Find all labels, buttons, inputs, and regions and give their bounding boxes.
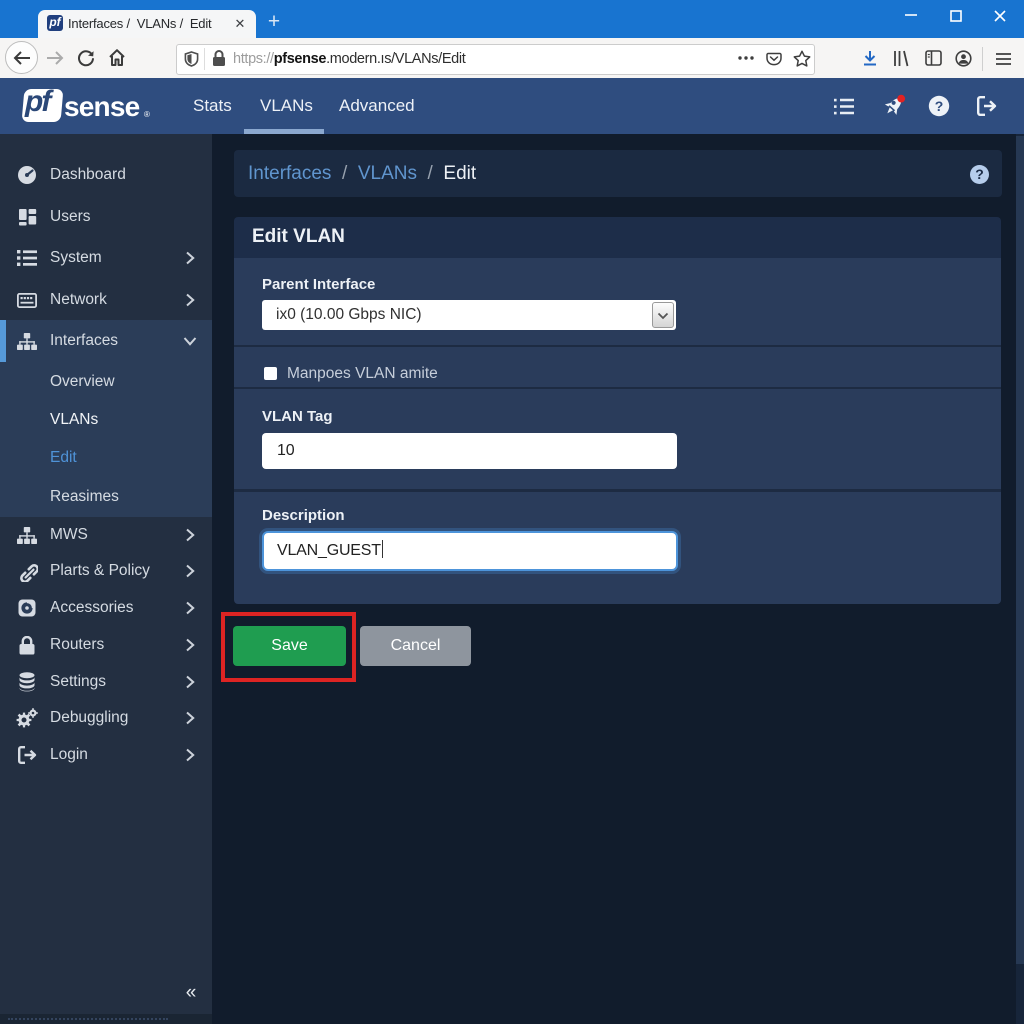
svg-text:?: ? [935,98,944,114]
